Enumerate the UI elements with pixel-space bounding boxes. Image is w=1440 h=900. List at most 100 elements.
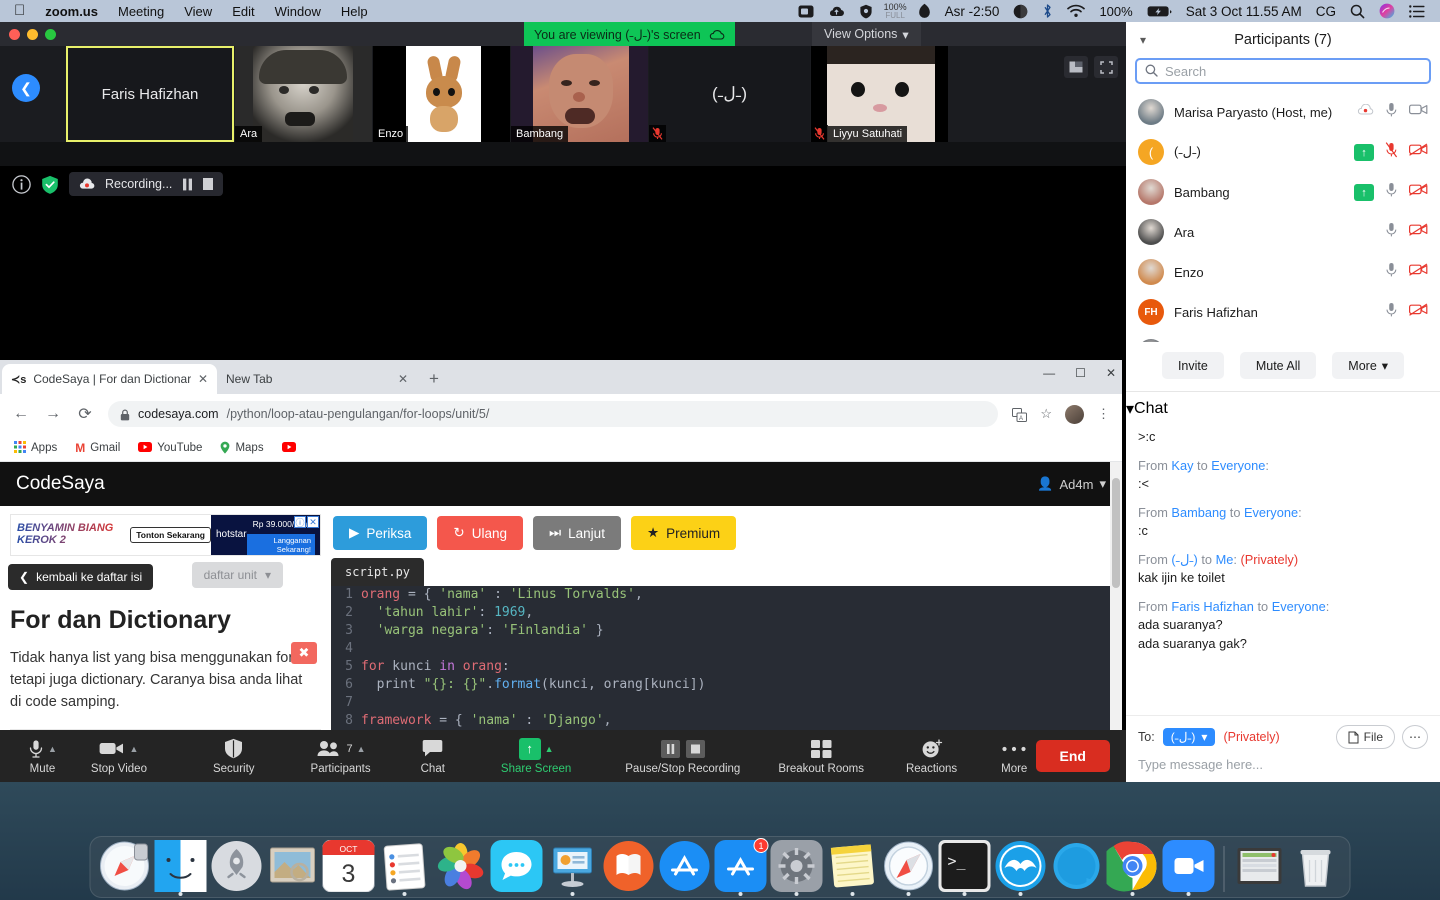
- menu-view[interactable]: View: [174, 4, 222, 19]
- bookmark-gmail[interactable]: M Gmail: [75, 441, 120, 455]
- toolbar-participants[interactable]: 7 ▲ Participants: [269, 738, 385, 775]
- chevron-down-icon[interactable]: ▾: [1140, 33, 1146, 47]
- window-traffic-lights[interactable]: [0, 28, 56, 40]
- chat-recipient-select[interactable]: (˗ل˗) ▾: [1162, 728, 1216, 746]
- unit-selector[interactable]: daftar unit ▾: [191, 562, 283, 588]
- file-tab[interactable]: script.py: [331, 558, 425, 586]
- participants-more-button[interactable]: More ▾: [1332, 352, 1405, 379]
- antivirus-icon[interactable]: [852, 4, 880, 19]
- maximize-icon[interactable]: ☐: [1075, 366, 1086, 380]
- minimize-icon[interactable]: —: [1043, 366, 1055, 380]
- menu-edit[interactable]: Edit: [222, 4, 264, 19]
- dock-item-trash[interactable]: [1290, 840, 1342, 892]
- menubar-clock[interactable]: Sat 3 Oct 11.55 AM: [1179, 4, 1309, 19]
- toolbar-chat[interactable]: Chat: [385, 738, 459, 775]
- close-icon[interactable]: ✕: [398, 372, 408, 386]
- dark-mode-icon[interactable]: [1006, 4, 1035, 19]
- participant-row[interactable]: Liyyu Satuhati: [1126, 332, 1440, 342]
- dock-item-messages[interactable]: [490, 840, 543, 892]
- video-tile-liyyu[interactable]: Liyyu Satuhati: [811, 46, 948, 142]
- microphone-icon[interactable]: [1385, 102, 1398, 123]
- dock-item-app-store[interactable]: 1: [714, 838, 769, 896]
- microphone-icon[interactable]: [1385, 262, 1398, 283]
- dock-item-safari-iphone[interactable]: [99, 840, 151, 892]
- dock-item-launchpad[interactable]: [211, 840, 263, 892]
- video-camera-icon[interactable]: [1409, 303, 1428, 321]
- cloud-upload-icon[interactable]: [821, 5, 852, 18]
- stop-icon[interactable]: [203, 177, 214, 190]
- translate-icon[interactable]: A: [1012, 406, 1028, 422]
- arrow-left-icon[interactable]: ←: [12, 405, 30, 423]
- spotlight-search-icon[interactable]: [1343, 4, 1372, 19]
- dock-item-keynote[interactable]: [547, 840, 599, 896]
- pause-icon[interactable]: [182, 177, 193, 191]
- mute-all-button[interactable]: Mute All: [1239, 352, 1317, 379]
- toolbar-share-screen[interactable]: ↑ ▲ Share Screen: [459, 737, 585, 775]
- memory-indicator[interactable]: 100% FULL: [880, 2, 911, 20]
- recording-indicator[interactable]: Recording...: [69, 171, 224, 197]
- profile-avatar[interactable]: [1065, 404, 1084, 424]
- browser-tab-newtab[interactable]: New Tab ✕: [217, 364, 417, 394]
- menubar-user-initials[interactable]: CG: [1309, 4, 1343, 19]
- dock-item-calendar[interactable]: OCT 3: [322, 840, 375, 892]
- video-camera-icon[interactable]: [1409, 223, 1428, 241]
- toolbar-more[interactable]: More: [971, 738, 1041, 775]
- participants-list[interactable]: Marisa Paryasto (Host, me)((˗ل˗) ↑ Bambang…: [1126, 92, 1440, 342]
- screen-share-icon[interactable]: [791, 5, 821, 18]
- video-tile-enzo[interactable]: Enzo: [373, 46, 510, 142]
- menu-zoom-us[interactable]: zoom.us: [35, 4, 108, 19]
- ad-close-icon[interactable]: ✕: [307, 516, 319, 528]
- close-icon[interactable]: ✕: [198, 372, 208, 386]
- siri-icon[interactable]: [1372, 3, 1402, 19]
- participant-row[interactable]: ((˗ل˗) ↑: [1126, 132, 1440, 172]
- dock-item-mindnode[interactable]: [995, 840, 1047, 896]
- toolbar-pause-stop-recording[interactable]: Pause/Stop Recording: [585, 738, 754, 775]
- dock-item-safari[interactable]: [883, 840, 935, 896]
- prayer-time-label[interactable]: Asr -2:50: [938, 4, 1007, 19]
- bookmark-youtube[interactable]: YouTube: [138, 442, 202, 454]
- participant-row[interactable]: Enzo: [1126, 252, 1440, 292]
- back-to-toc-button[interactable]: ❮ kembali ke daftar isi: [8, 564, 154, 590]
- plus-icon[interactable]: +: [429, 369, 439, 389]
- toolbar-security[interactable]: Security: [161, 738, 269, 775]
- page-scroll-thumb[interactable]: [1112, 478, 1120, 588]
- video-camera-icon[interactable]: [1409, 263, 1428, 281]
- participant-row[interactable]: Ara: [1126, 212, 1440, 252]
- microphone-icon[interactable]: [1385, 141, 1398, 163]
- send-file-button[interactable]: File: [1335, 725, 1395, 749]
- chat-message-input[interactable]: Type message here...: [1138, 757, 1428, 772]
- reload-icon[interactable]: ⟳: [76, 404, 94, 424]
- video-camera-icon[interactable]: [1409, 143, 1428, 161]
- check-button[interactable]: ▶ Periksa: [333, 516, 428, 550]
- video-camera-icon[interactable]: [1409, 183, 1428, 201]
- dock-item-terminal[interactable]: >_: [938, 840, 991, 896]
- chevron-up-icon[interactable]: ▲: [48, 744, 57, 754]
- close-lesson-button[interactable]: ✖: [291, 642, 317, 664]
- ad-cta-left[interactable]: Tonton Sekarang: [130, 527, 211, 543]
- encryption-shield-icon[interactable]: [41, 175, 59, 194]
- video-tile-bambang[interactable]: Bambang: [511, 46, 648, 142]
- close-icon[interactable]: ✕: [1106, 366, 1116, 380]
- menu-meeting[interactable]: Meeting: [108, 4, 174, 19]
- reset-button[interactable]: ↻ Ulang: [437, 516, 523, 550]
- info-icon[interactable]: [12, 174, 31, 194]
- minimize-window-button[interactable]: [27, 28, 38, 40]
- dock-item-app-store-blue[interactable]: [659, 840, 711, 892]
- prayer-icon[interactable]: [911, 3, 938, 20]
- dock-item-notes[interactable]: [827, 840, 879, 896]
- dock-item-stacks[interactable]: [1234, 840, 1286, 892]
- toolbar-breakout-rooms[interactable]: Breakout Rooms: [754, 738, 878, 775]
- dock-item-chrome[interactable]: [1106, 840, 1159, 896]
- participant-row[interactable]: FH Faris Hafizhan: [1126, 292, 1440, 332]
- chat-messages[interactable]: >:c From Kay to Everyone: :< From Bambang …: [1126, 426, 1440, 715]
- dock-item-finder[interactable]: [154, 840, 207, 896]
- browser-tab-codesaya[interactable]: ≺s CodeSaya | For dan Dictionary | F ✕: [2, 364, 217, 394]
- chevron-down-icon[interactable]: ▾: [1126, 399, 1134, 419]
- battery-charging-icon[interactable]: [1140, 5, 1179, 18]
- microphone-icon[interactable]: [1385, 302, 1398, 323]
- macos-dock[interactable]: OCT 3 1 >_: [89, 836, 1351, 898]
- wifi-icon[interactable]: [1060, 4, 1092, 18]
- dock-item-reminders[interactable]: [379, 840, 431, 896]
- dock-item-preview[interactable]: [267, 840, 319, 892]
- chat-more-button[interactable]: ⋯: [1402, 725, 1428, 749]
